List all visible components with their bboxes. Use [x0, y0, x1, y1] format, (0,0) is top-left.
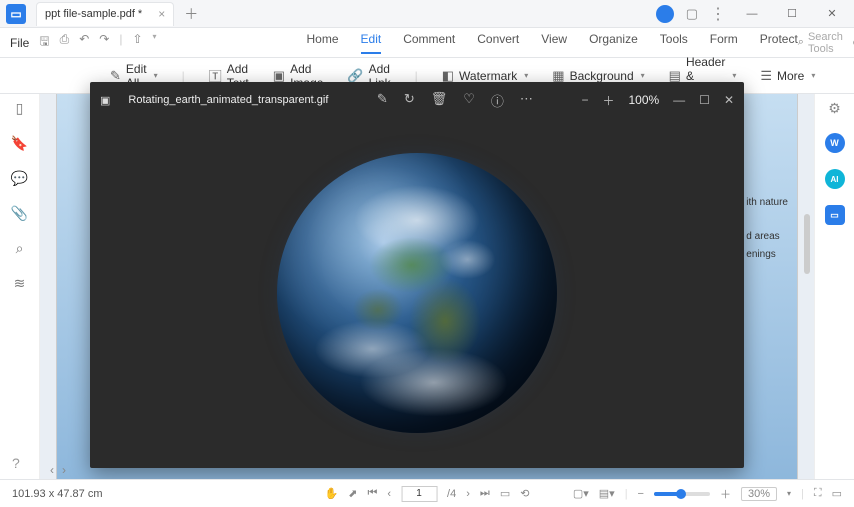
last-page-icon[interactable]: ⏭ [480, 487, 490, 500]
close-tab-icon[interactable]: × [158, 7, 165, 21]
page-view-icon[interactable]: ▭ [500, 487, 510, 500]
save-icon[interactable]: 🖫 [39, 32, 49, 53]
menu-comment[interactable]: Comment [403, 32, 455, 54]
close-window-button[interactable]: ✕ [818, 3, 846, 25]
new-tab-button[interactable]: ＋ [184, 4, 198, 24]
first-page-icon[interactable]: ⏮ [367, 487, 377, 500]
page-display-icon[interactable]: ▤▾ [599, 487, 615, 500]
app-icon[interactable]: ▭ [6, 4, 26, 24]
tab-title: ppt file-sample.pdf * [45, 8, 142, 20]
bookmark-icon[interactable]: 🔖 [11, 135, 28, 152]
maximize-button[interactable]: ☐ [778, 3, 806, 25]
page-input[interactable]: 1 [401, 486, 437, 502]
menubar: File 🖫 ⎙ ↶ ↷ | ⇧ ▾ Home Edit Comment Con… [0, 28, 854, 58]
viewer-delete-icon[interactable]: 🗑 [431, 91, 448, 110]
cursor-coordinates: 101.93 x 47.87 cm [12, 488, 103, 500]
properties-icon[interactable]: ⚙ [828, 100, 841, 117]
share-icon[interactable]: ⇧ [132, 32, 142, 53]
select-tool-icon[interactable]: ⬈ [348, 487, 357, 500]
file-menu[interactable]: File [10, 36, 29, 50]
comment-panel-icon[interactable]: 💬 [11, 170, 28, 187]
app-badge-icon[interactable]: ▭ [825, 205, 845, 225]
search-tools[interactable]: ⌕ Search Tools [798, 31, 843, 55]
viewer-toolbar: ▣ Rotating_earth_animated_transparent.gi… [90, 82, 744, 118]
menu-dots-icon[interactable]: ⋮ [710, 4, 726, 24]
earth-image [277, 153, 557, 433]
viewer-zoom-in-icon[interactable]: ＋ [602, 92, 614, 109]
statusbar: 101.93 x 47.87 cm ✋ ⬈ ⏮ ‹ 1 /4 › ⏭ ▭ ⟲ ▢… [0, 479, 854, 507]
attachment-icon[interactable]: 📎 [11, 205, 28, 222]
page-total: /4 [447, 488, 456, 500]
menu-form[interactable]: Form [710, 32, 738, 54]
menu-view[interactable]: View [541, 32, 567, 54]
read-mode-icon[interactable]: ▭ [832, 487, 842, 500]
print-icon[interactable]: ⎙ [60, 32, 70, 53]
fit-width-icon[interactable]: ▢▾ [573, 487, 589, 500]
menu-edit[interactable]: Edit [361, 32, 382, 54]
vertical-scrollbar[interactable] [804, 214, 810, 274]
viewer-minimize-icon[interactable]: — [673, 93, 685, 107]
user-avatar[interactable] [656, 5, 674, 23]
viewer-zoom-out-icon[interactable]: − [581, 93, 588, 107]
document-tab[interactable]: ppt file-sample.pdf * × [36, 2, 174, 26]
zoom-in-btn[interactable]: ＋ [720, 486, 731, 502]
minimize-button[interactable]: — [738, 3, 766, 25]
menu-organize[interactable]: Organize [589, 32, 638, 54]
viewer-body[interactable] [90, 118, 744, 468]
search-panel-icon[interactable]: ⌕ [16, 240, 24, 257]
viewer-info-icon[interactable]: ⓘ [491, 91, 504, 110]
scroll-left-icon[interactable]: ‹ [50, 463, 54, 477]
zoom-out-btn[interactable]: − [638, 488, 644, 500]
left-sidebar: ▯ 🔖 💬 📎 ⌕ ≋ [0, 94, 40, 479]
image-viewer-window: ▣ Rotating_earth_animated_transparent.gi… [90, 82, 744, 468]
search-icon: ⌕ [798, 36, 804, 49]
scroll-right-icon[interactable]: › [62, 463, 66, 477]
fullscreen-icon[interactable]: ⛶ [814, 487, 822, 500]
menu-protect[interactable]: Protect [760, 32, 798, 54]
viewer-maximize-icon[interactable]: ☐ [699, 93, 710, 107]
redo-icon[interactable]: ↷ [99, 32, 109, 53]
ai-icon[interactable]: AI [825, 169, 845, 189]
document-text-fragment: ith nature d areas enings [746, 194, 788, 264]
next-page-icon[interactable]: › [466, 488, 470, 500]
word-convert-icon[interactable]: W [825, 133, 845, 153]
reflow-icon[interactable]: ⟲ [520, 487, 529, 500]
viewer-gallery-icon[interactable]: ▣ [100, 94, 110, 107]
thumbnails-icon[interactable]: ▯ [16, 100, 24, 117]
more-icon: ☰ [760, 68, 772, 84]
menu-convert[interactable]: Convert [477, 32, 519, 54]
hand-tool-icon[interactable]: ✋ [325, 487, 339, 500]
menu-home[interactable]: Home [307, 32, 339, 54]
viewer-close-icon[interactable]: ✕ [724, 93, 734, 107]
viewer-favorite-icon[interactable]: ♡ [463, 91, 475, 110]
right-sidebar: ⚙ W AI ▭ [814, 94, 854, 479]
prev-page-icon[interactable]: ‹ [387, 488, 391, 500]
search-placeholder: Search Tools [808, 31, 843, 55]
zoom-slider[interactable] [654, 492, 710, 496]
more-button[interactable]: ☰More▾ [760, 68, 815, 84]
viewer-edit-icon[interactable]: ✎ [377, 91, 388, 110]
viewer-rotate-icon[interactable]: ↻ [404, 91, 415, 110]
menu-tools[interactable]: Tools [660, 32, 688, 54]
undo-icon[interactable]: ↶ [79, 32, 89, 53]
feedback-icon[interactable]: ▢ [686, 6, 698, 22]
help-icon[interactable]: ? [12, 455, 20, 471]
layers-icon[interactable]: ≋ [14, 275, 26, 292]
titlebar: ▭ ppt file-sample.pdf * × ＋ ▢ ⋮ — ☐ ✕ [0, 0, 854, 28]
viewer-more-icon[interactable]: ⋯ [520, 91, 533, 110]
viewer-filename: Rotating_earth_animated_transparent.gif [128, 94, 328, 106]
viewer-zoom-level: 100% [628, 93, 659, 107]
zoom-percent[interactable]: 30% [741, 487, 777, 501]
